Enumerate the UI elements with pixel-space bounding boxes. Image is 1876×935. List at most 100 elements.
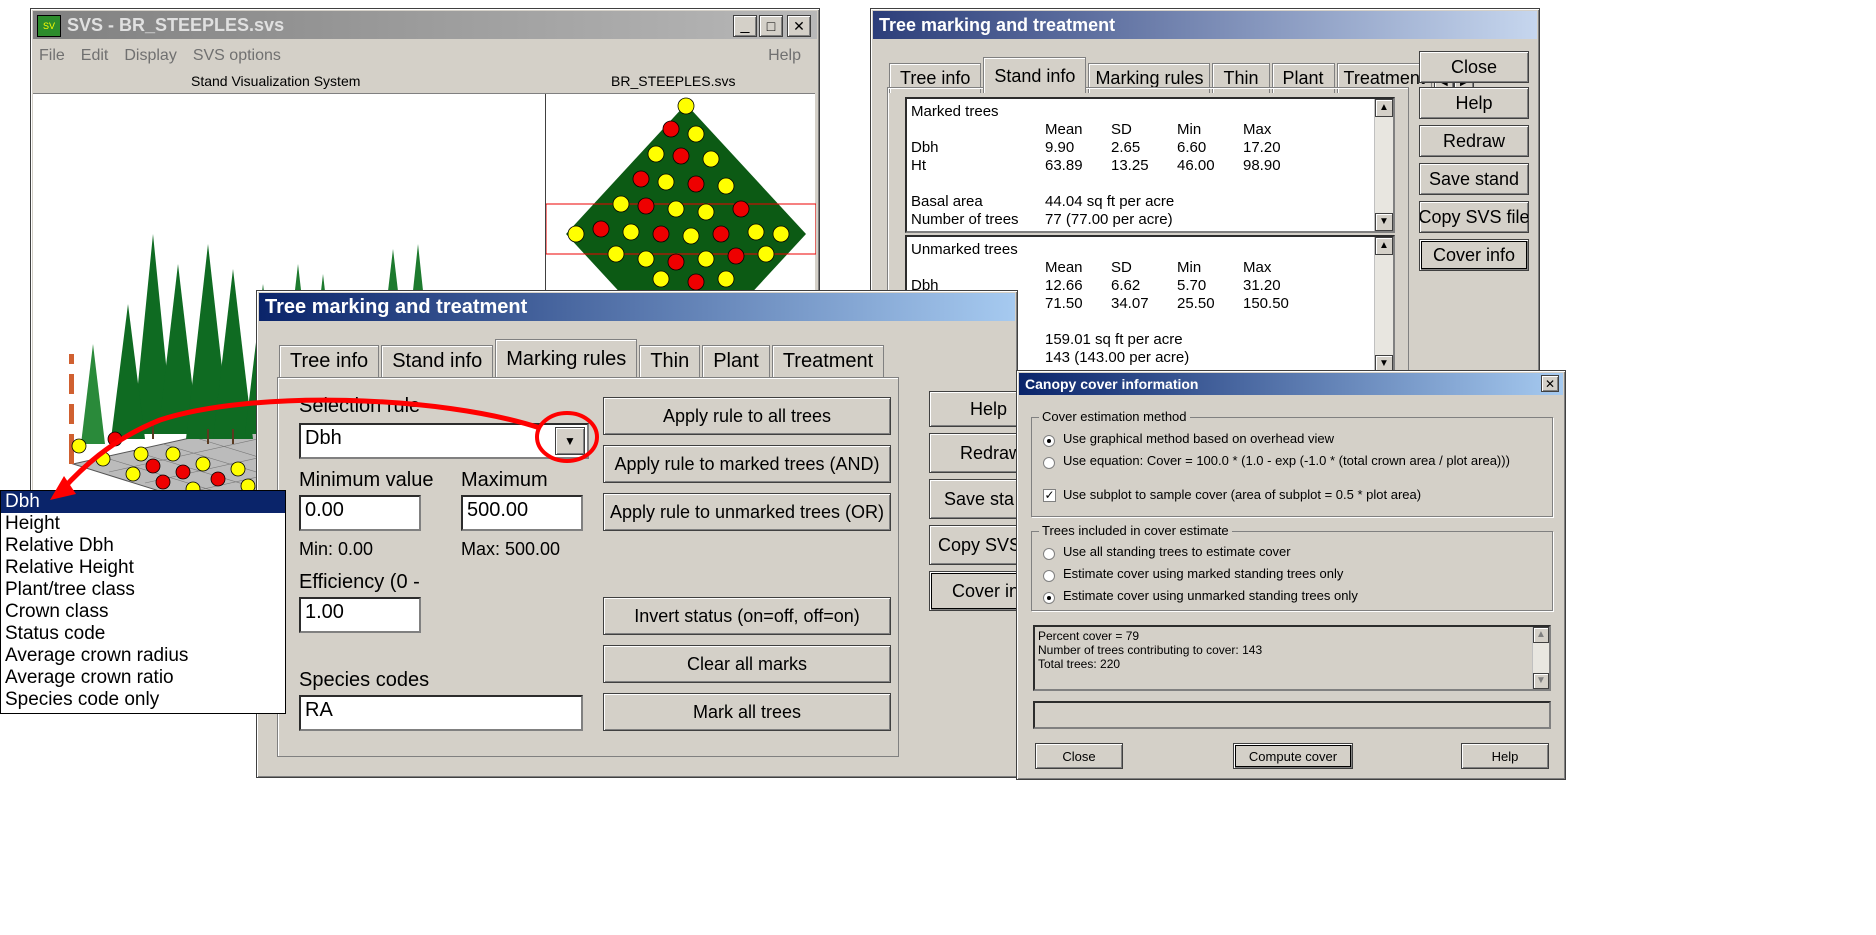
tab-stand-info[interactable]: Stand info <box>381 345 494 377</box>
close-button[interactable]: ✕ <box>787 15 811 37</box>
tab-stand-info[interactable]: Stand info <box>983 57 1087 93</box>
menu-svs-options[interactable]: SVS options <box>193 47 281 65</box>
canopy-close-x-button[interactable]: ✕ <box>1541 375 1559 392</box>
count-value: 77 (77.00 per acre) <box>1045 211 1173 228</box>
output-scrollbar[interactable]: ▲ ▼ <box>1532 627 1549 689</box>
maximum-value-text: 500.00 <box>467 499 529 521</box>
tab-treatment[interactable]: Treatment <box>771 345 885 377</box>
dropdown-option-plant-tree-class[interactable]: Plant/tree class <box>1 579 285 601</box>
minimum-value-input[interactable]: 0.00 <box>299 495 421 531</box>
apply-rule-marked-button[interactable]: Apply rule to marked trees (AND) <box>603 445 891 483</box>
compute-cover-button[interactable]: Compute cover <box>1233 743 1353 769</box>
selection-rule-combobox[interactable]: Dbh <box>299 423 589 459</box>
marking-cover-info-button[interactable]: Cover in <box>929 571 1029 611</box>
scroll-down-button[interactable]: ▼ <box>1533 673 1549 689</box>
method-equation-radio[interactable] <box>1043 457 1055 469</box>
col-min: Min <box>1177 259 1202 276</box>
arrow-up-icon: ▲ <box>1379 240 1389 251</box>
efficiency-input[interactable]: 1.00 <box>299 597 421 633</box>
method-equation-label: Use equation: Cover = 100.0 * (1.0 - exp… <box>1063 453 1510 468</box>
marking-redraw-button[interactable]: Redraw <box>929 433 1029 473</box>
invert-status-button[interactable]: Invert status (on=off, off=on) <box>603 597 891 635</box>
marking-save-button[interactable]: Save sta <box>929 479 1029 519</box>
cell: 150.50 <box>1243 295 1289 312</box>
species-codes-input[interactable]: RA <box>299 695 583 731</box>
basal-value: 159.01 sq ft per acre <box>1045 331 1183 348</box>
marked-scrollbar[interactable]: ▲ ▼ <box>1374 99 1393 231</box>
marking-copy-svs-button[interactable]: Copy SVS <box>929 525 1029 565</box>
marking-help-button[interactable]: Help <box>929 391 1029 427</box>
dropdown-option-average-crown-radius[interactable]: Average crown radius <box>1 645 285 667</box>
output-trees-contributing: Number of trees contributing to cover: 1… <box>1038 643 1263 657</box>
maximum-value-input[interactable]: 500.00 <box>461 495 583 531</box>
minimize-button[interactable]: _ <box>733 15 757 37</box>
cell: 13.25 <box>1111 157 1149 174</box>
trees-unmarked-radio[interactable] <box>1043 592 1055 604</box>
apply-rule-unmarked-button[interactable]: Apply rule to unmarked trees (OR) <box>603 493 891 531</box>
svs-titlebar[interactable]: SVS - BR_STEEPLES.svs <box>33 11 817 39</box>
maximize-button[interactable]: □ <box>759 15 783 37</box>
cover-output-text: Percent cover = 79 Number of trees contr… <box>1038 629 1262 671</box>
dropdown-option-dbh[interactable]: Dbh <box>1 491 285 513</box>
canopy-help-button[interactable]: Help <box>1461 743 1549 769</box>
scroll-up-button[interactable]: ▲ <box>1375 99 1393 117</box>
efficiency-label: Efficiency (0 - <box>299 571 420 593</box>
menu-file[interactable]: File <box>39 47 65 65</box>
cell: 98.90 <box>1243 157 1281 174</box>
min-readout: Min: 0.00 <box>299 539 374 559</box>
stand-info-titlebar[interactable]: Tree marking and treatment <box>873 11 1537 39</box>
method-graphical-label: Use graphical method based on overhead v… <box>1063 431 1335 446</box>
stand-save-button[interactable]: Save stand <box>1419 163 1529 195</box>
dropdown-option-crown-class[interactable]: Crown class <box>1 601 285 623</box>
arrow-down-icon: ▼ <box>1536 675 1546 686</box>
tab-plant[interactable]: Plant <box>702 345 770 377</box>
mark-all-trees-button[interactable]: Mark all trees <box>603 693 891 731</box>
minimum-value-text: 0.00 <box>305 499 344 521</box>
stand-close-button[interactable]: Close <box>1419 51 1529 83</box>
dropdown-option-relative-height[interactable]: Relative Height <box>1 557 285 579</box>
stand-copy-svs-button[interactable]: Copy SVS file <box>1419 201 1529 233</box>
menu-display[interactable]: Display <box>124 47 176 65</box>
scroll-up-button[interactable]: ▲ <box>1375 237 1393 255</box>
menu-edit[interactable]: Edit <box>81 47 109 65</box>
canopy-close-button[interactable]: Close <box>1035 743 1123 769</box>
menu-help[interactable]: Help <box>768 47 801 65</box>
dropdown-option-height[interactable]: Height <box>1 513 285 535</box>
trees-all-radio[interactable] <box>1043 548 1055 560</box>
selection-rule-dropdown-button[interactable]: ▼ <box>555 427 585 455</box>
dropdown-option-relative-dbh[interactable]: Relative Dbh <box>1 535 285 557</box>
count-value: 143 (143.00 per acre) <box>1045 349 1190 366</box>
unmarked-heading: Unmarked trees <box>911 241 1018 258</box>
dropdown-option-status-code[interactable]: Status code <box>1 623 285 645</box>
scroll-down-button[interactable]: ▼ <box>1375 213 1393 231</box>
trees-included-group-label: Trees included in cover estimate <box>1039 523 1232 538</box>
arrow-up-icon: ▲ <box>1379 102 1389 113</box>
canopy-titlebar[interactable]: Canopy cover information <box>1019 373 1563 395</box>
svs-caption-right: BR_STEEPLES.svs <box>611 73 736 89</box>
marking-titlebar[interactable]: Tree marking and treatment <box>259 293 1015 321</box>
marking-tab-strip: Tree info Stand info Marking rules Thin … <box>279 339 886 377</box>
minimize-icon: _ <box>740 17 750 34</box>
tab-thin[interactable]: Thin <box>639 345 701 377</box>
stand-cover-info-button[interactable]: Cover info <box>1419 239 1529 271</box>
method-graphical-radio[interactable] <box>1043 435 1055 447</box>
subplot-checkbox[interactable]: ✓ <box>1043 489 1056 502</box>
dropdown-option-average-crown-ratio[interactable]: Average crown ratio <box>1 667 285 689</box>
clear-all-marks-button[interactable]: Clear all marks <box>603 645 891 683</box>
tab-marking-rules[interactable]: Marking rules <box>495 339 638 377</box>
col-mean: Mean <box>1045 121 1083 138</box>
dropdown-option-species-code-only[interactable]: Species code only <box>1 689 285 711</box>
stand-redraw-button[interactable]: Redraw <box>1419 125 1529 157</box>
col-min: Min <box>1177 121 1202 138</box>
chevron-down-icon: ▼ <box>564 434 576 448</box>
scroll-up-button[interactable]: ▲ <box>1533 627 1549 643</box>
overhead-stand-view <box>546 97 816 294</box>
tab-tree-info[interactable]: Tree info <box>279 345 380 377</box>
stand-help-button[interactable]: Help <box>1419 87 1529 119</box>
trees-marked-radio[interactable] <box>1043 570 1055 582</box>
maximum-label: Maximum <box>461 469 548 491</box>
row-name: Dbh <box>911 139 939 156</box>
col-sd: SD <box>1111 121 1132 138</box>
apply-rule-all-button[interactable]: Apply rule to all trees <box>603 397 891 435</box>
unmarked-scrollbar[interactable]: ▲ ▼ <box>1374 237 1393 373</box>
